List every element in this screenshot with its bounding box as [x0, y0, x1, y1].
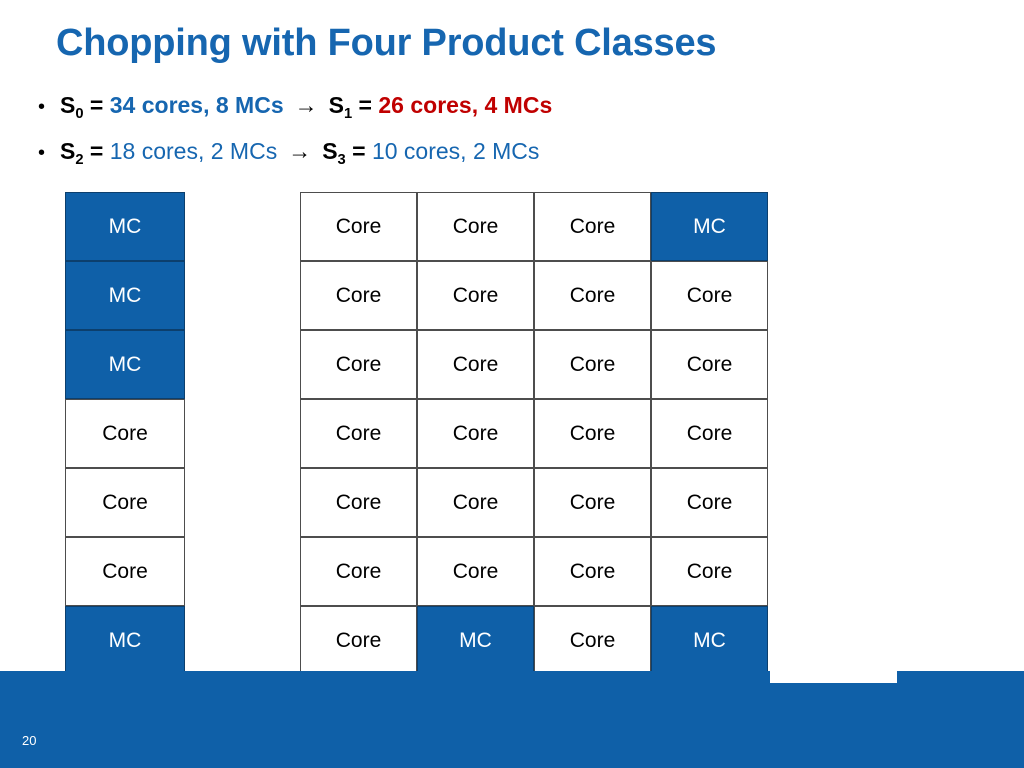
die-cell-core: Core: [534, 261, 651, 330]
die-cell-core: Core: [300, 399, 417, 468]
die-cell-core: Core: [651, 399, 768, 468]
die-cell-core: Core: [417, 399, 534, 468]
die-cell-core: Core: [300, 192, 417, 261]
die-cell-core: Core: [534, 537, 651, 606]
die-cell-core: Core: [65, 468, 185, 537]
die-cell-core: Core: [300, 606, 417, 675]
bullet-segment: S1: [328, 92, 353, 122]
bullet-marker: •: [38, 142, 46, 164]
bullet-line-0: • S0 = 34 cores, 8 MCs → S1 = 26 cores, 4 M…: [38, 92, 553, 122]
die-cell-core: Core: [300, 261, 417, 330]
die-cell-core: Core: [651, 468, 768, 537]
die-cell-mc: MC: [651, 192, 768, 261]
die-cell-core: Core: [534, 192, 651, 261]
die-cell-core: Core: [417, 261, 534, 330]
bullet-segment: =: [83, 138, 110, 164]
bullet-segment: S3: [322, 138, 346, 168]
die-cell-core: Core: [417, 537, 534, 606]
bullet-line-1: • S2 = 18 cores, 2 MCs → S3 = 10 cores, 2 M…: [38, 138, 540, 168]
arrow-icon: →: [294, 92, 318, 118]
die-cell-core: Core: [300, 468, 417, 537]
die-cell-mc: MC: [651, 606, 768, 675]
die-cell-core: Core: [300, 330, 417, 399]
bullet-segment: S2: [60, 138, 84, 168]
die-cell-core: Core: [417, 330, 534, 399]
bullet-segment: =: [83, 92, 110, 118]
bullet-segment: 26 cores, 4 MCs: [378, 92, 553, 118]
page-title: Chopping with Four Product Classes: [56, 22, 717, 64]
die-cell-core: Core: [534, 468, 651, 537]
die-cell-core: Core: [651, 537, 768, 606]
bullet-segment: 10 cores, 2 MCs: [371, 138, 540, 164]
die-cell-mc: MC: [65, 261, 185, 330]
die-cell-mc: MC: [65, 606, 185, 675]
bullet-segment: =: [345, 138, 372, 164]
subscript: 3: [337, 152, 346, 168]
bullet-marker: •: [38, 96, 46, 118]
die-cell-core: Core: [65, 399, 185, 468]
die-cell-core: Core: [534, 399, 651, 468]
bullet-segment: S0: [60, 92, 84, 122]
die-cell-mc: MC: [65, 192, 185, 261]
bullet-segment: =: [352, 92, 379, 118]
subscript: 2: [75, 152, 84, 168]
die-cell-core: Core: [651, 330, 768, 399]
die-cell-core: Core: [417, 192, 534, 261]
die-cell-core: Core: [534, 330, 651, 399]
footer-bar: [0, 671, 1024, 768]
subscript: 0: [75, 106, 84, 122]
subscript: 1: [343, 106, 353, 122]
page-number: 20: [22, 733, 37, 748]
footer-notch: [770, 671, 897, 683]
die-cell-core: Core: [651, 261, 768, 330]
die-cell-core: Core: [417, 468, 534, 537]
bullet-segment: 34 cores, 8 MCs: [109, 92, 284, 118]
die-cell-mc: MC: [417, 606, 534, 675]
die-cell-core: Core: [300, 537, 417, 606]
bullet-segment: 18 cores, 2 MCs: [109, 138, 278, 164]
die-cell-core: Core: [534, 606, 651, 675]
arrow-icon: →: [288, 138, 312, 164]
die-cell-core: Core: [65, 537, 185, 606]
die-cell-mc: MC: [65, 330, 185, 399]
